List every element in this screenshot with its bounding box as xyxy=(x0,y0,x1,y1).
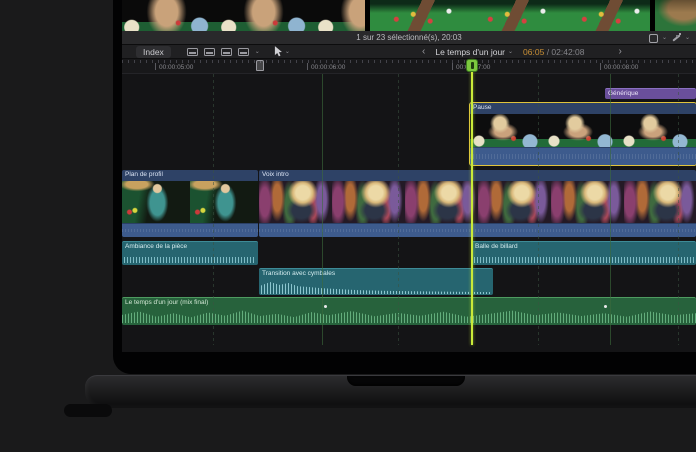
chevron-down-icon[interactable]: ⌄ xyxy=(508,49,513,55)
fcp-window: 1 sur 23 sélectionné(s), 20:03 ⌄ ⌄ Index xyxy=(122,0,696,352)
timecode-display: 06:05 / 02:42:08 xyxy=(523,47,584,57)
lid-notch xyxy=(347,376,465,386)
chevron-down-icon[interactable]: ⌄ xyxy=(685,35,690,41)
clip-label: Plan de profil xyxy=(122,170,258,181)
laptop-foot xyxy=(64,404,112,417)
clip-label: Ambiance de la pièce xyxy=(122,242,258,251)
clip-label: Balle de billard xyxy=(472,242,696,251)
laptop-screen: 1 sur 23 sélectionné(s), 20:03 ⌄ ⌄ Index xyxy=(113,0,696,374)
clip-label: Générique xyxy=(605,89,696,98)
clip-filmstrip xyxy=(259,181,696,223)
clip-audio-waveform xyxy=(261,281,491,294)
keyframe-dot[interactable] xyxy=(604,305,607,308)
clip-audio-waveform xyxy=(470,147,696,165)
index-button[interactable]: Index xyxy=(136,46,171,58)
clip-transition[interactable]: Transition avec cymbales xyxy=(259,268,493,295)
clip-appearance-icon[interactable] xyxy=(187,48,198,56)
browser-clip-thumbnail[interactable] xyxy=(122,0,365,31)
clip-plan-de-profil[interactable]: Plan de profil xyxy=(122,170,258,237)
timecode-current: 06:05 xyxy=(523,47,544,57)
clip-appearance-icon[interactable] xyxy=(204,48,215,56)
browser-clip-thumbnail[interactable] xyxy=(370,0,650,31)
clip-label: Voix intro xyxy=(259,170,696,181)
clip-ambiance[interactable]: Ambiance de la pièce xyxy=(122,241,258,265)
clip-appearance-icon[interactable] xyxy=(238,48,249,56)
clip-appearance-icon[interactable] xyxy=(221,48,232,56)
transform-icon[interactable] xyxy=(649,34,658,43)
laptop-base xyxy=(85,375,696,408)
timeline-toolbar: Index ⌄ ⌄ ‹ Le te xyxy=(122,45,696,59)
timeline-forward-icon[interactable]: › xyxy=(619,47,622,57)
chevron-down-icon[interactable]: ⌄ xyxy=(255,49,260,55)
timeline-back-icon[interactable]: ‹ xyxy=(422,47,425,57)
ruler-tick-label: 00:00:05:00 xyxy=(155,63,193,71)
clip-mix-final[interactable]: Le temps d'un jour (mix final) xyxy=(122,297,696,325)
browser-clip-thumbnail[interactable] xyxy=(655,0,696,31)
ruler-tick-label: 00:00:06:00 xyxy=(307,63,345,71)
clip-label: Pause xyxy=(470,103,696,114)
select-tool-arrow-icon[interactable] xyxy=(274,46,283,57)
clip-audio-waveform xyxy=(474,257,694,263)
clip-audio-waveform xyxy=(259,223,696,237)
browser-filmstrip xyxy=(122,0,696,31)
project-name[interactable]: Le temps d'un jour xyxy=(435,47,505,57)
clip-filmstrip xyxy=(470,114,696,147)
clip-label: Transition avec cymbales xyxy=(259,269,493,278)
clip-label: Le temps d'un jour (mix final) xyxy=(122,298,696,307)
playhead-handle[interactable] xyxy=(466,59,478,72)
timecode-total: / 02:42:08 xyxy=(547,47,585,57)
keyframe-dot[interactable] xyxy=(324,305,327,308)
clip-generique[interactable]: Générique xyxy=(605,88,696,99)
timeline-ruler[interactable]: 00:00:05:00 00:00:06:00 00:00:07:00 00:0… xyxy=(122,59,696,74)
clip-audio-waveform xyxy=(122,309,696,323)
clip-audio-waveform xyxy=(124,257,256,263)
chevron-down-icon[interactable]: ⌄ xyxy=(662,35,667,41)
chevron-down-icon[interactable]: ⌄ xyxy=(285,49,290,55)
skimmer-marker[interactable] xyxy=(256,60,264,71)
clip-balle-de-billard[interactable]: Balle de billard xyxy=(472,241,696,265)
playhead-line[interactable] xyxy=(471,59,473,345)
clip-pause[interactable]: Pause xyxy=(470,103,696,165)
selection-status: 1 sur 23 sélectionné(s), 20:03 xyxy=(356,33,461,42)
timeline-area[interactable]: 1 sur 23 sélectionné(s), 20:03 ⌄ ⌄ Index xyxy=(122,0,696,352)
browser-status-bar: 1 sur 23 sélectionné(s), 20:03 ⌄ ⌄ xyxy=(122,31,696,45)
ruler-tick-label: 00:00:08:00 xyxy=(600,63,638,71)
enhancements-wand-icon[interactable] xyxy=(671,33,681,43)
clip-voix-intro[interactable]: Voix intro xyxy=(259,170,696,237)
clip-filmstrip xyxy=(122,181,258,223)
macbook-mockup: 1 sur 23 sélectionné(s), 20:03 ⌄ ⌄ Index xyxy=(0,0,696,452)
clip-audio-waveform xyxy=(122,223,258,237)
